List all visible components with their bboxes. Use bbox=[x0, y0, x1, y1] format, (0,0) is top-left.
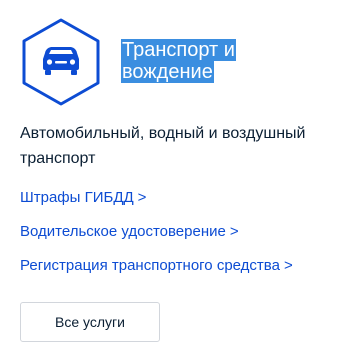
description-line-1: Автомобильный, водный и воздушный bbox=[20, 125, 306, 142]
link-label: Штрафы ГИБДД bbox=[20, 189, 134, 206]
chevron-right-icon: > bbox=[283, 257, 293, 274]
category-title[interactable]: Транспорт и вождение bbox=[121, 39, 271, 83]
category-description: Автомобильный, водный и воздушный трансп… bbox=[20, 121, 340, 171]
category-card: Транспорт и вождение Автомобильный, водн… bbox=[0, 0, 341, 351]
chevron-right-icon: > bbox=[229, 223, 239, 240]
category-title-line-1: Транспорт и bbox=[121, 39, 236, 61]
link-vehicle-registration[interactable]: Регистрация транспортного средства > bbox=[20, 254, 293, 288]
link-drivers-license[interactable]: Водительское удостоверение > bbox=[20, 220, 293, 254]
link-label: Водительское удостоверение bbox=[20, 223, 226, 240]
link-traffic-fines[interactable]: Штрафы ГИБДД > bbox=[20, 186, 293, 220]
chevron-right-icon: > bbox=[137, 189, 147, 206]
description-line-2: транспорт bbox=[20, 150, 96, 167]
car-icon[interactable] bbox=[20, 17, 102, 107]
all-services-button[interactable]: Все услуги bbox=[20, 302, 160, 342]
category-title-line-2: вождение bbox=[121, 61, 214, 83]
service-links: Штрафы ГИБДД > Водительское удостоверение… bbox=[20, 186, 293, 288]
link-label: Регистрация транспортного средства bbox=[20, 257, 280, 274]
